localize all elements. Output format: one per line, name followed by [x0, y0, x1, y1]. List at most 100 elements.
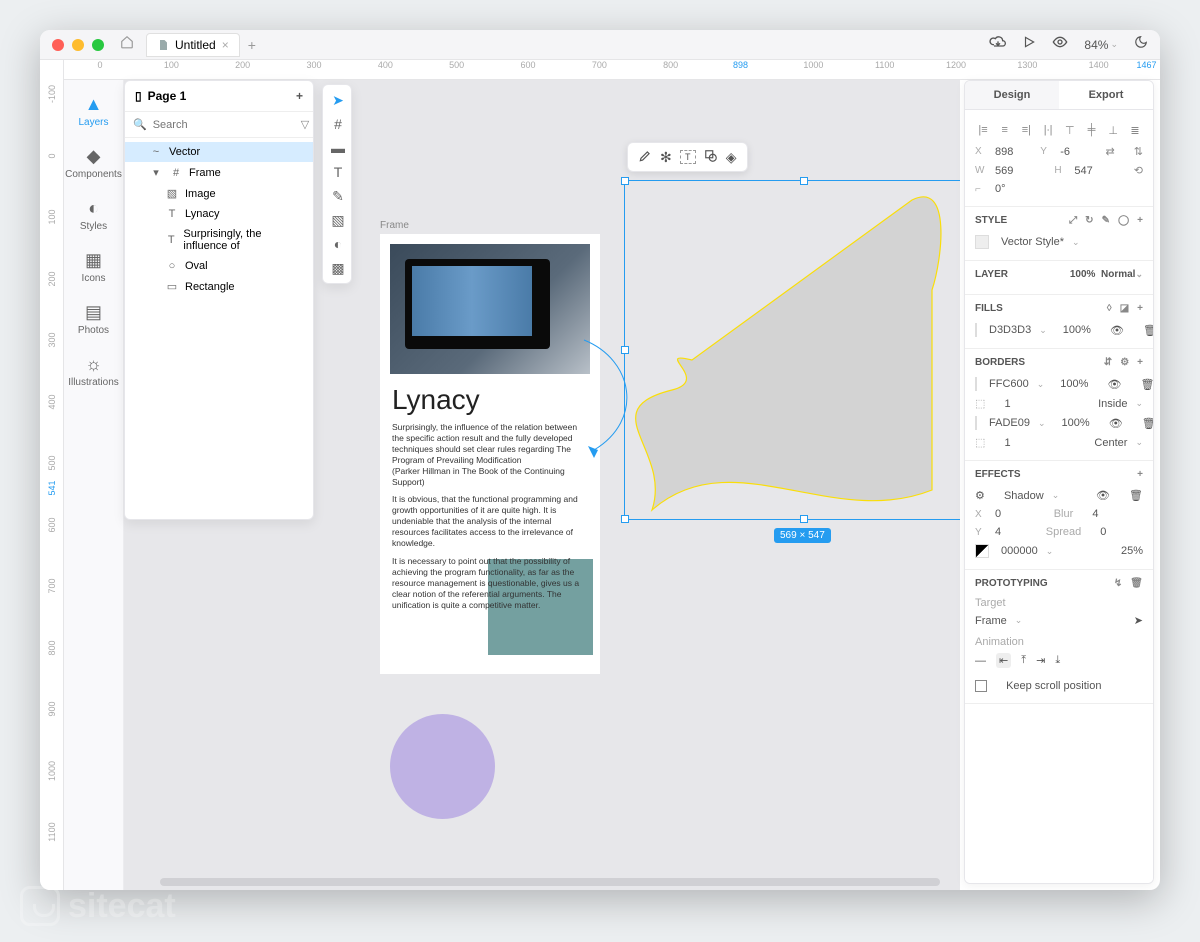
effect-spread[interactable]: 0 — [1100, 526, 1143, 538]
fill-blend-icon[interactable]: ◪ — [1120, 303, 1129, 314]
body-paragraph-3[interactable]: It is necessary to point out that the po… — [392, 556, 588, 611]
anim-slide-down-icon[interactable]: ⤓ — [1055, 654, 1060, 667]
play-icon[interactable] — [1022, 35, 1036, 54]
rectangle-tool[interactable]: ▬ — [327, 137, 349, 159]
fill-delete-icon[interactable]: 🗑 — [1143, 324, 1154, 337]
border-swatch[interactable] — [975, 377, 977, 391]
pos-x-input[interactable]: 898 — [995, 146, 1032, 158]
border-delete-icon[interactable]: 🗑 — [1142, 417, 1154, 430]
add-effect-icon[interactable]: + — [1137, 469, 1143, 480]
border-sort-icon[interactable]: ⇵ — [1104, 357, 1112, 368]
keep-scroll-checkbox[interactable] — [975, 680, 987, 692]
edit-style-icon[interactable]: ✎ — [1102, 215, 1110, 226]
border-visible-icon[interactable]: 👁 — [1108, 378, 1122, 391]
snowflake-icon[interactable]: ✻ — [660, 149, 672, 166]
effect-color[interactable]: 000000 — [1001, 545, 1038, 557]
border-position[interactable]: Inside — [1098, 398, 1127, 410]
text-box-icon[interactable]: T — [680, 150, 696, 164]
body-paragraph-2[interactable]: It is obvious, that the functional progr… — [392, 494, 588, 549]
image-layer[interactable] — [390, 244, 590, 374]
border-width[interactable]: 1 — [1004, 437, 1010, 449]
anim-slide-right-icon[interactable]: ⇥ — [1036, 654, 1045, 667]
align-top-icon[interactable]: ⊤ — [1062, 122, 1078, 138]
body-paragraph-1[interactable]: Surprisingly, the influence of the relat… — [392, 422, 588, 488]
heading-text[interactable]: Lynacy — [392, 384, 588, 416]
frame-label[interactable]: Frame — [380, 220, 409, 231]
size-w-input[interactable]: 569 — [995, 165, 1046, 177]
effect-settings-icon[interactable]: ⚙ — [975, 489, 985, 502]
frame-tool[interactable]: # — [327, 113, 349, 135]
layer-row-vector[interactable]: ~Vector — [125, 142, 313, 162]
mask-icon[interactable] — [704, 149, 718, 166]
fill-opacity[interactable]: 100% — [1063, 324, 1091, 336]
select-tool[interactable]: ➤ — [327, 89, 349, 111]
proto-delete-icon[interactable]: 🗑 — [1130, 578, 1143, 589]
flip-v-icon[interactable]: ⇅ — [1134, 145, 1143, 158]
effect-y[interactable]: 4 — [995, 526, 1038, 538]
caret-icon[interactable]: ▾ — [149, 166, 163, 179]
frame[interactable]: Lynacy Surprisingly, the influence of th… — [380, 234, 600, 674]
handle-top-left[interactable] — [621, 177, 629, 185]
border-width[interactable]: 1 — [1004, 398, 1010, 410]
border-opacity[interactable]: 100% — [1062, 417, 1090, 429]
text-tool[interactable]: T — [327, 161, 349, 183]
layer-row-surprisingly-the-inf[interactable]: TSurprisingly, the influence of — [125, 224, 313, 256]
oval-layer[interactable] — [390, 714, 495, 819]
align-bottom-icon[interactable]: ⊥ — [1105, 122, 1121, 138]
handle-bottom-mid[interactable] — [800, 515, 808, 523]
effect-color-swatch[interactable] — [975, 544, 989, 558]
anim-none-icon[interactable]: — — [975, 655, 986, 667]
export-tab[interactable]: Export — [1059, 81, 1153, 109]
border-delete-icon[interactable]: 🗑 — [1141, 378, 1154, 391]
distribute-h-icon[interactable]: |∙| — [1040, 122, 1056, 138]
layer-blend[interactable]: Normal — [1101, 269, 1135, 280]
align-vcenter-icon[interactable]: ╪ — [1084, 122, 1100, 138]
align-hcenter-icon[interactable]: ≡ — [997, 122, 1013, 138]
sidebar-icons[interactable]: ▦Icons — [64, 244, 123, 290]
rotation-input[interactable]: 0° — [995, 183, 1143, 195]
sidebar-styles[interactable]: ◐Styles — [64, 192, 123, 238]
apply-style-icon[interactable]: ◯ — [1118, 215, 1129, 226]
zoom-level[interactable]: 84% ⌄ — [1084, 38, 1118, 52]
avatar-tool[interactable]: ◐ — [327, 233, 349, 255]
proto-link-icon[interactable]: ↯ — [1114, 578, 1122, 589]
minimize-window[interactable] — [72, 39, 84, 51]
new-tab-button[interactable]: + — [248, 37, 256, 53]
edit-path-icon[interactable] — [638, 149, 652, 166]
layer-opacity[interactable]: 100% — [1070, 269, 1096, 280]
layer-row-rectangle[interactable]: ▭Rectangle — [125, 276, 313, 297]
design-tab[interactable]: Design — [965, 81, 1059, 109]
layer-row-frame[interactable]: ▾#Frame — [125, 162, 313, 183]
sidebar-components[interactable]: ◆Components — [64, 140, 123, 186]
layer-row-oval[interactable]: ○Oval — [125, 256, 313, 276]
cloud-sync-icon[interactable] — [990, 34, 1006, 55]
fill-drop-icon[interactable]: ◊ — [1107, 303, 1112, 314]
pos-y-input[interactable]: -6 — [1060, 146, 1097, 158]
anim-slide-up-icon[interactable]: ⤒ — [1021, 654, 1026, 667]
home-icon[interactable] — [120, 35, 134, 54]
style-name[interactable]: Vector Style* — [1001, 236, 1064, 248]
flip-h-icon[interactable]: ⇄ — [1106, 145, 1115, 158]
handle-bottom-left[interactable] — [621, 515, 629, 523]
handle-top-mid[interactable] — [800, 177, 808, 185]
border-position[interactable]: Center — [1094, 437, 1127, 449]
horizontal-scrollbar[interactable] — [160, 878, 940, 886]
style-swatch[interactable] — [975, 235, 989, 249]
fullscreen-window[interactable] — [92, 39, 104, 51]
border-opacity[interactable]: 100% — [1060, 378, 1088, 390]
size-h-input[interactable]: 547 — [1074, 165, 1125, 177]
preview-icon[interactable] — [1052, 34, 1068, 55]
layer-row-lynacy[interactable]: TLynacy — [125, 204, 313, 224]
layer-row-image[interactable]: ▧Image — [125, 183, 313, 204]
effect-delete-icon[interactable]: 🗑 — [1129, 489, 1143, 502]
theme-icon[interactable] — [1134, 35, 1148, 54]
layer-search-input[interactable] — [153, 119, 295, 131]
page-selector[interactable]: ▯ Page 1 + — [125, 81, 313, 112]
proto-target[interactable]: Frame — [975, 615, 1007, 627]
border-settings-icon[interactable]: ⚙ — [1120, 357, 1129, 368]
effect-x[interactable]: 0 — [995, 508, 1046, 520]
border-swatch[interactable] — [975, 416, 977, 430]
align-right-icon[interactable]: ≡| — [1018, 122, 1034, 138]
boolean-icon[interactable]: ◈ — [726, 149, 737, 166]
border-visible-icon[interactable]: 👁 — [1109, 417, 1123, 430]
